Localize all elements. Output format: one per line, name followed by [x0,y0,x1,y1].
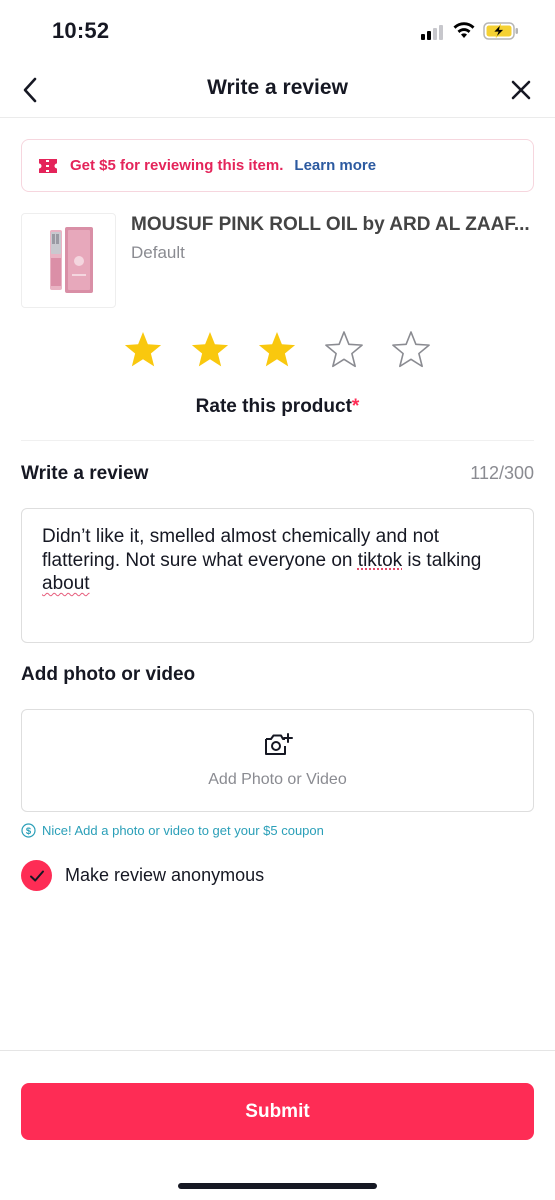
header: Write a review [0,62,555,118]
product-image [21,213,116,308]
status-bar: 10:52 [0,0,555,62]
status-time: 10:52 [52,18,110,43]
svg-text:$: $ [26,826,32,837]
battery-charging-icon [483,22,518,40]
required-mark: * [351,396,360,417]
footer-divider [0,1050,555,1051]
promo-text: Get $5 for reviewing this item. [70,157,284,174]
home-indicator [178,1183,377,1189]
dollar-circle-icon: $ [21,823,36,838]
upload-label: Add Photo or Video [208,771,347,788]
review-word-tiktok: tiktok [357,549,403,571]
add-media-button[interactable]: Add Photo or Video [21,709,534,812]
rate-label-text: Rate this product [195,396,352,417]
star-outline-icon[interactable] [391,330,431,370]
coupon-hint: $ Nice! Add a photo or video to get your… [21,823,324,838]
review-word-about: about [42,573,90,594]
rate-label: Rate this product* [0,396,555,418]
media-section-label: Add photo or video [21,664,196,685]
learn-more-link[interactable]: Learn more [294,157,376,174]
page-title: Write a review [207,76,348,99]
anonymous-toggle[interactable]: Make review anonymous [21,860,264,891]
star-filled-icon[interactable] [123,330,163,370]
star-filled-icon[interactable] [257,330,297,370]
coupon-ticket-icon [39,158,57,173]
star-outline-icon[interactable] [324,330,364,370]
checkbox-checked-icon[interactable] [21,860,52,891]
promo-banner: Get $5 for reviewing this item. Learn mo… [21,139,534,192]
star-filled-icon[interactable] [190,330,230,370]
review-text-part2: is talking [402,549,482,571]
submit-button[interactable]: Submit [21,1083,534,1140]
camera-add-icon [265,733,293,755]
coupon-hint-text: Nice! Add a photo or video to get your $… [42,823,324,838]
star-rating [123,330,431,370]
divider [21,440,534,441]
close-icon [511,80,531,100]
anonymous-label: Make review anonymous [65,865,265,885]
wifi-icon [453,22,475,38]
review-text-input[interactable]: Didn’t like it, smelled almost chemicall… [21,508,534,643]
review-section-label: Write a review [21,463,149,484]
product-variant: Default [131,243,185,262]
product-name: MOUSUF PINK ROLL OIL by ARD AL ZAAF... [131,214,530,235]
close-button[interactable] [505,74,537,106]
character-counter: 112/300 [470,463,534,483]
signal-icon [421,24,447,40]
